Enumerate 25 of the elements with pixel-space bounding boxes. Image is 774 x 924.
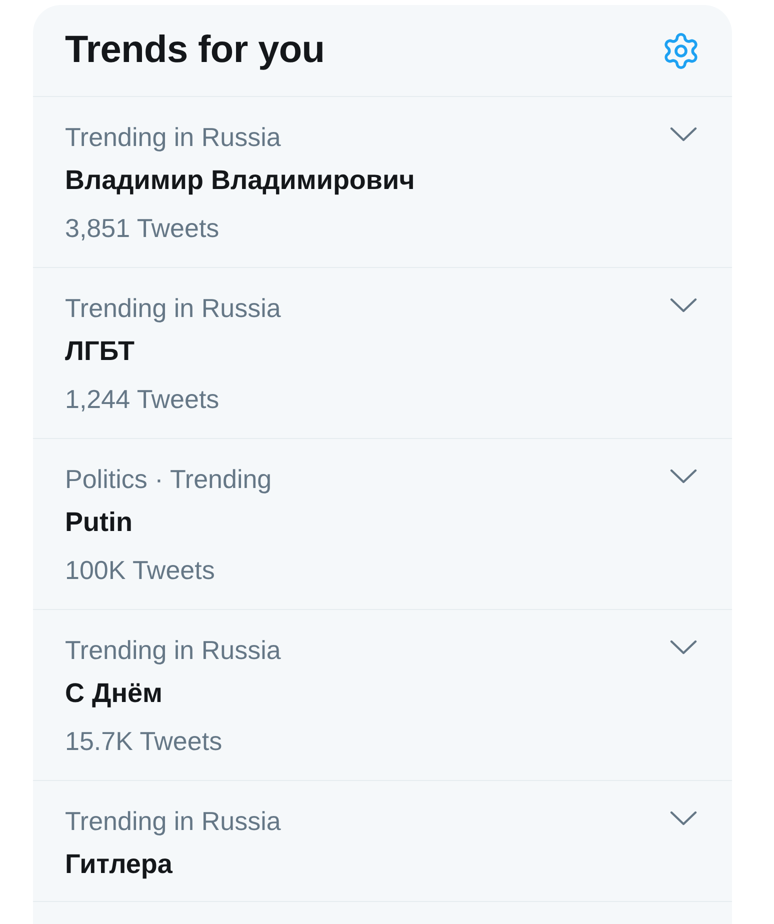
more-button[interactable]: [670, 469, 697, 484]
more-button[interactable]: [670, 640, 697, 655]
panel-title: Trends for you: [65, 29, 325, 72]
more-button[interactable]: [670, 298, 697, 313]
trend-context: Politics · Trending: [65, 463, 272, 496]
trend-name[interactable]: Гитлера: [65, 841, 281, 887]
chevron-down-icon: [670, 127, 697, 142]
trend-context: Trending in Russia: [65, 121, 282, 154]
trend-context: Trending in Russia: [65, 805, 281, 838]
trend-name[interactable]: Putin: [65, 499, 272, 545]
chevron-down-icon: [670, 811, 697, 826]
chevron-down-icon: [670, 469, 697, 484]
trend-name[interactable]: Владимир Владимирович: [65, 157, 415, 203]
more-button[interactable]: [670, 127, 697, 142]
tweet-count: 3,851 Tweets: [65, 212, 220, 245]
more-button[interactable]: [670, 811, 697, 826]
tweet-count: 1,244 Tweets: [65, 383, 220, 416]
trend-name[interactable]: ЛГБТ: [65, 328, 281, 374]
trend-name[interactable]: С Днём: [65, 670, 281, 716]
chevron-down-icon: [670, 298, 697, 313]
tweet-count: 100K Tweets: [65, 554, 216, 587]
chevron-down-icon: [670, 640, 697, 655]
trend-context: Trending in Russia: [65, 634, 281, 667]
tweet-count: 15.7K Tweets: [65, 725, 224, 758]
trend-context: Trending in Russia: [65, 292, 281, 325]
